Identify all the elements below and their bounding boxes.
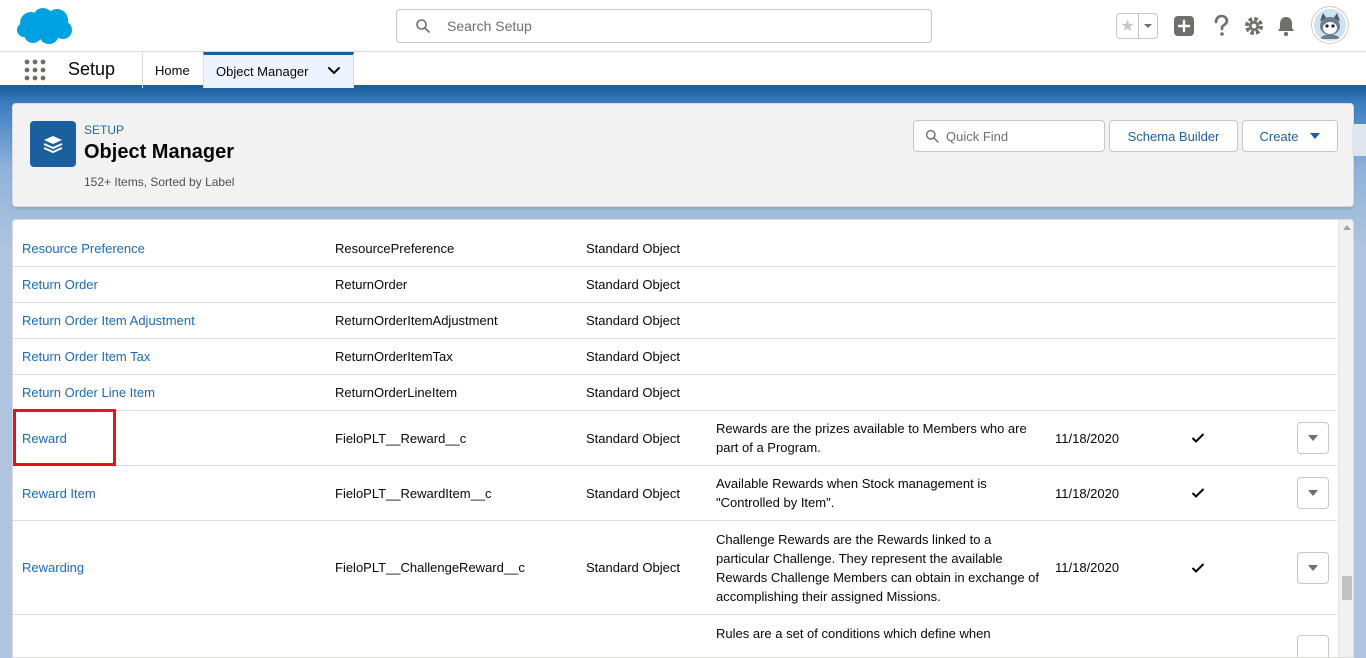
setup-gear-icon[interactable]: [1242, 14, 1266, 38]
object-manager-icon: [30, 121, 76, 167]
highlight-box: [13, 409, 116, 466]
table-row: Resource Preference ResourcePreference S…: [13, 230, 1337, 267]
table-scrollbar[interactable]: [1338, 220, 1353, 657]
api-name: FieloPLT__ChallengeReward__c: [335, 560, 525, 575]
object-description: Rewards are the prizes available to Memb…: [716, 421, 1027, 455]
app-name: Setup: [68, 59, 116, 79]
scroll-up-icon[interactable]: [1343, 224, 1351, 230]
app-launcher-icon[interactable]: [24, 59, 46, 81]
last-modified-date: 11/18/2020: [1055, 560, 1120, 575]
row-actions-button[interactable]: [1297, 422, 1329, 454]
row-actions-button[interactable]: [1297, 477, 1329, 509]
table-row: Return Order Item Adjustment ReturnOrder…: [13, 303, 1337, 339]
api-name: ResourcePreference: [335, 240, 455, 256]
table-row: Reward FieloPLT__Reward__c Standard Obje…: [13, 409, 1337, 466]
salesforce-cloud-logo[interactable]: [15, 6, 75, 46]
list-meta: 152+ Items, Sorted by Label: [84, 175, 235, 189]
last-modified-date: 11/18/2020: [1055, 430, 1120, 446]
search-icon: [925, 129, 939, 143]
schema-builder-button[interactable]: Schema Builder: [1109, 120, 1238, 152]
api-name: FieloPLT__RewardItem__c: [335, 485, 492, 501]
object-type: Standard Object: [586, 240, 680, 256]
tab-object-manager-label: Object Manager: [216, 64, 309, 79]
favorites-group[interactable]: ★: [1116, 13, 1158, 39]
scroll-thumb[interactable]: [1342, 576, 1352, 600]
notifications-bell-icon[interactable]: [1274, 14, 1298, 38]
last-modified-date: 11/18/2020: [1055, 485, 1120, 501]
api-name: ReturnOrderLineItem: [335, 385, 458, 400]
favorites-star-icon[interactable]: ★: [1117, 14, 1139, 38]
caret-down-icon: [1308, 435, 1318, 441]
table-row: Rewarding FieloPLT__ChallengeReward__c S…: [13, 521, 1337, 615]
object-type: Standard Object: [586, 485, 680, 501]
help-question-icon[interactable]: [1209, 14, 1233, 38]
tab-object-manager[interactable]: Object Manager: [203, 52, 354, 88]
chevron-down-icon[interactable]: [327, 66, 341, 76]
context-bar: Setup Home Object Manager: [0, 52, 1366, 88]
object-label-link[interactable]: Rewarding: [22, 521, 84, 614]
object-description: Available Rewards when Stock management …: [716, 476, 987, 510]
breadcrumb[interactable]: SETUP: [84, 123, 124, 137]
api-name: ReturnOrderItemTax: [335, 349, 453, 364]
global-header: ★: [0, 0, 1366, 52]
user-avatar[interactable]: [1312, 7, 1348, 43]
deployed-check-icon: [1191, 521, 1205, 614]
create-button[interactable]: Create: [1242, 120, 1338, 152]
page-header: SETUP Object Manager 152+ Items, Sorted …: [12, 103, 1354, 207]
object-label-link[interactable]: Return Order Line Item: [22, 375, 155, 410]
object-type: Standard Object: [586, 277, 680, 292]
table-row: Return Order Line Item ReturnOrderLineIt…: [13, 375, 1337, 411]
object-list-table: Resource Preference ResourcePreference S…: [12, 219, 1354, 658]
object-type: Standard Object: [586, 385, 680, 400]
object-description: Challenge Rewards are the Rewards linked…: [716, 531, 1040, 604]
object-label-link[interactable]: Reward Item: [22, 466, 96, 520]
object-type: Standard Object: [586, 430, 680, 446]
caret-down-icon: [1309, 133, 1320, 139]
quick-find-input[interactable]: [946, 121, 1096, 151]
table-row: Return Order Item Tax ReturnOrderItemTax…: [13, 339, 1337, 375]
table-row: Reward Item FieloPLT__RewardItem__c Stan…: [13, 466, 1337, 521]
caret-down-icon: [1308, 565, 1318, 571]
global-search[interactable]: [396, 9, 932, 43]
favorites-dropdown-icon[interactable]: [1139, 14, 1157, 38]
search-input[interactable]: [447, 10, 917, 42]
object-label-link[interactable]: Return Order: [22, 267, 98, 302]
object-label-link[interactable]: Resource Preference: [22, 230, 145, 266]
table-row: Rules are a set of conditions which defi…: [13, 615, 1337, 657]
object-label-link[interactable]: Return Order Item Adjustment: [22, 303, 195, 338]
object-type: Standard Object: [586, 560, 680, 575]
page-title: Object Manager: [84, 141, 235, 163]
caret-down-icon: [1308, 490, 1318, 496]
deployed-check-icon: [1191, 411, 1205, 465]
search-icon: [416, 19, 430, 33]
side-panel-toggle[interactable]: [1352, 124, 1366, 156]
object-type: Standard Object: [586, 349, 680, 364]
global-actions-plus-icon[interactable]: [1172, 14, 1196, 38]
object-label-link[interactable]: Return Order Item Tax: [22, 339, 150, 374]
object-description: Rules are a set of conditions which defi…: [716, 625, 991, 641]
schema-builder-label: Schema Builder: [1127, 128, 1220, 144]
quick-find[interactable]: [913, 120, 1105, 152]
tab-home[interactable]: Home: [142, 52, 204, 88]
create-label: Create: [1259, 128, 1299, 144]
row-actions-button[interactable]: [1297, 635, 1329, 657]
api-name: ReturnOrder: [335, 277, 408, 292]
deployed-check-icon: [1191, 466, 1205, 520]
api-name: ReturnOrderItemAdjustment: [335, 313, 498, 328]
table-row: Return Order ReturnOrder Standard Object: [13, 267, 1337, 303]
row-actions-button[interactable]: [1297, 552, 1329, 584]
tab-home-label: Home: [155, 62, 190, 78]
object-type: Standard Object: [586, 313, 680, 328]
api-name: FieloPLT__Reward__c: [335, 430, 467, 446]
